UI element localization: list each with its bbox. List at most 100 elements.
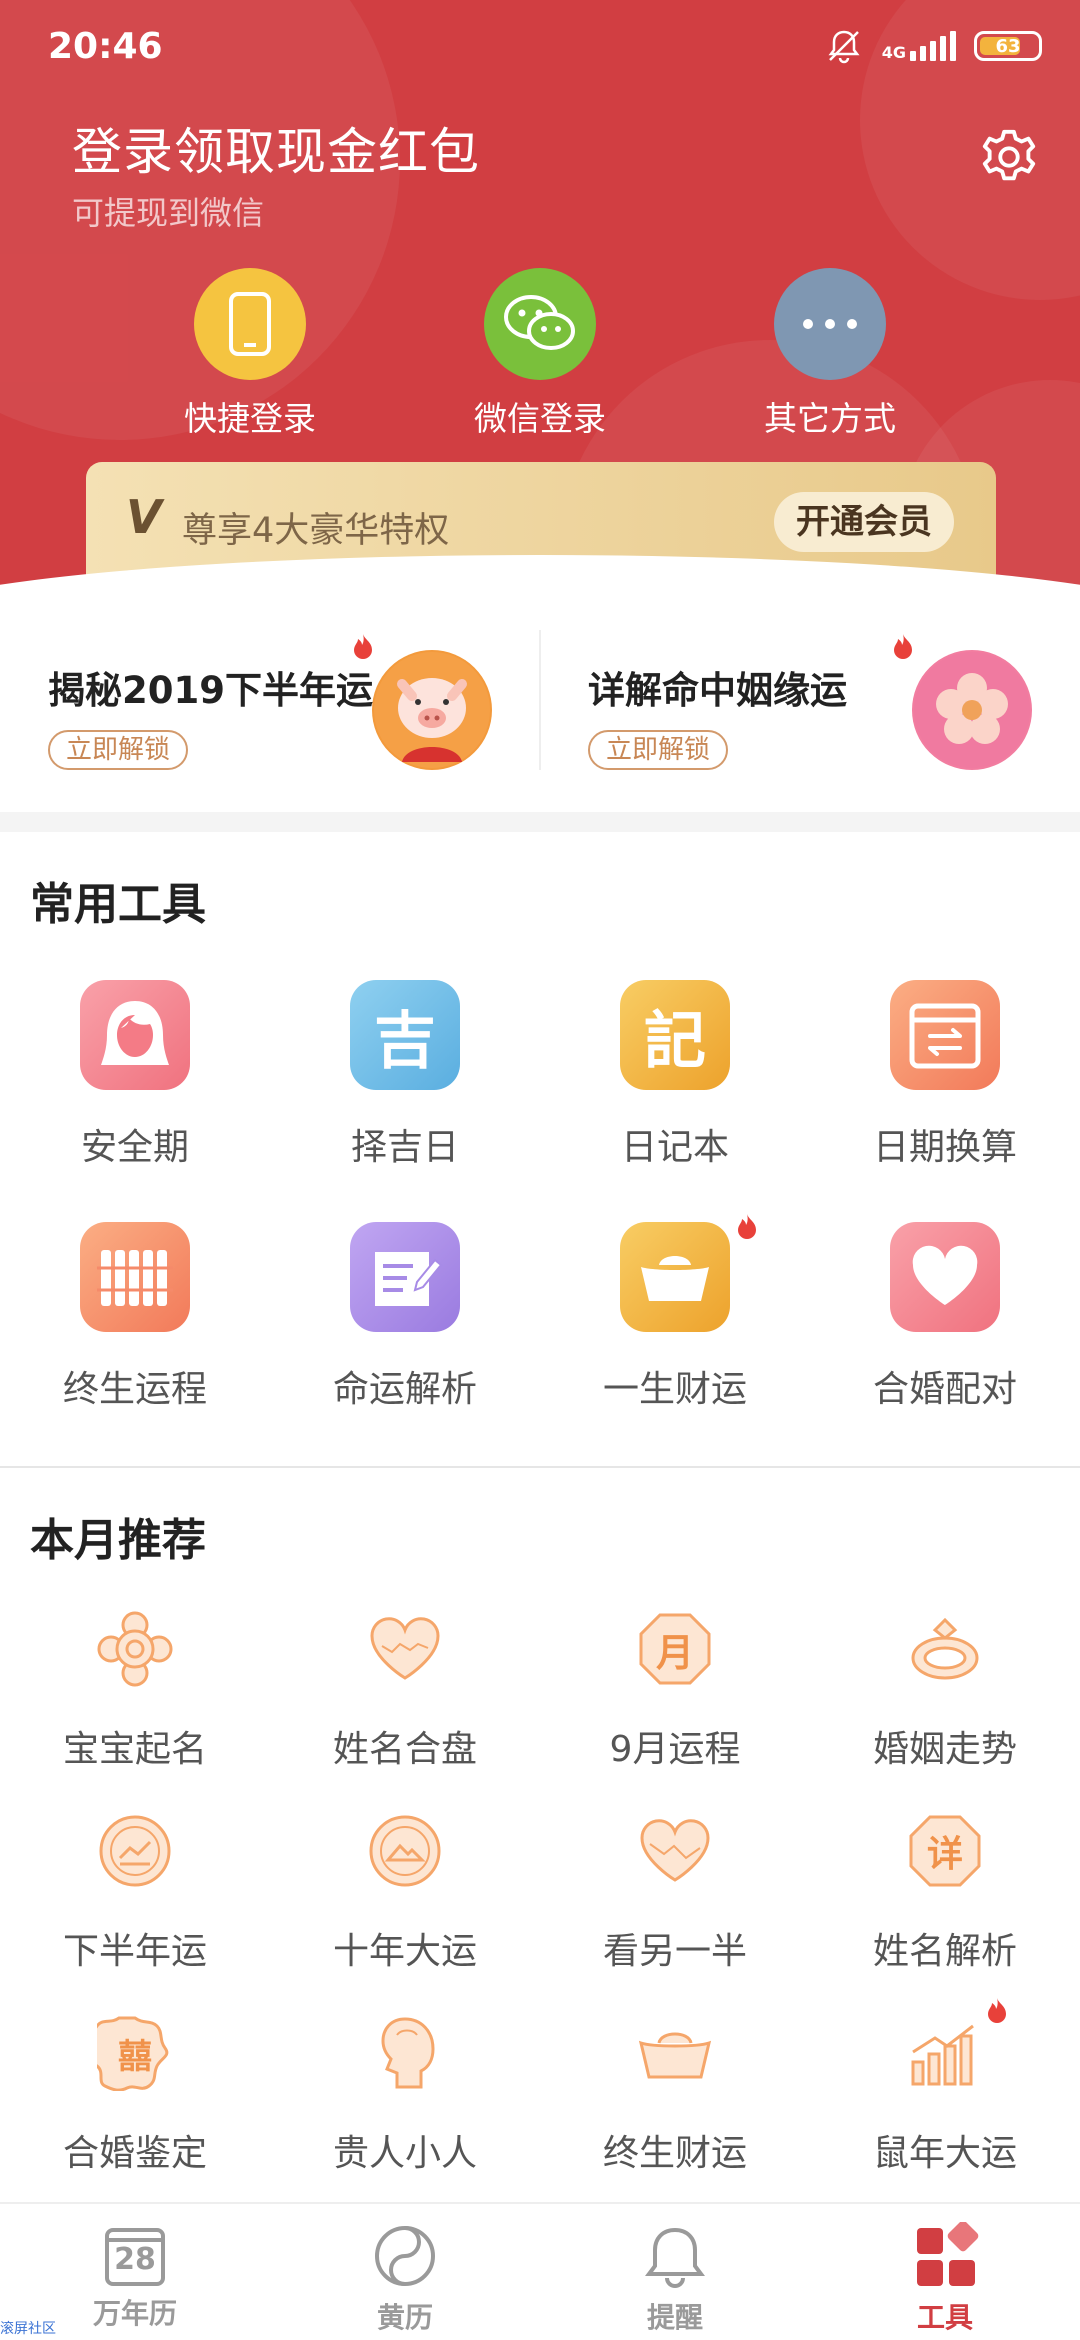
- battery-level: 63: [995, 35, 1021, 57]
- vip-logo: V: [126, 490, 162, 544]
- xiang-octagon-icon: 详: [900, 1806, 990, 1896]
- hot-flame-icon: [738, 1214, 756, 1239]
- rec-lifetime-wealth[interactable]: 终生财运: [540, 2008, 810, 2176]
- tab-almanac[interactable]: 黄历: [270, 2222, 540, 2336]
- other-login-button[interactable]: 其它方式: [720, 268, 940, 440]
- hot-flame-icon: [354, 634, 372, 659]
- common-tools-title: 常用工具: [30, 879, 206, 930]
- tab-calendar[interactable]: 28 万年历: [0, 2222, 270, 2332]
- rec-label: 姓名合盘: [332, 1729, 477, 1770]
- yin-yang-icon: [375, 2226, 435, 2286]
- vip-benefits-text: 尊享4大豪华特权: [182, 511, 450, 551]
- wechat-login-button[interactable]: 微信登录: [430, 268, 650, 440]
- calendar-convert-icon: [890, 980, 1000, 1090]
- header: 20:46 4G 63 登录领取现金红包 可提现到微信 快捷登录 微信登录 其它…: [0, 0, 1080, 600]
- section-divider: [0, 1466, 1080, 1468]
- tool-label: 命运解析: [332, 1369, 477, 1410]
- tool-wealth-lifetime[interactable]: 一生财运: [540, 1214, 810, 1412]
- login-promo-subtitle: 可提现到微信: [72, 194, 265, 232]
- rec-ten-year[interactable]: 十年大运: [270, 1806, 540, 1974]
- rec-label: 合婚鉴定: [62, 2133, 207, 2174]
- promo-title: 揭秘2019下半年运: [48, 669, 373, 712]
- ring-icon: [900, 1604, 990, 1694]
- bamboo-icon: [80, 1222, 190, 1332]
- rec-marriage-trend[interactable]: 婚姻走势: [810, 1604, 1080, 1772]
- rec-label: 姓名解析: [872, 1931, 1017, 1972]
- login-promo-title[interactable]: 登录领取现金红包: [72, 112, 480, 184]
- tool-label: 安全期: [80, 1127, 189, 1168]
- bell-icon: [645, 2227, 705, 2288]
- wechat-login-label: 微信登录: [474, 399, 606, 438]
- ji-diary-icon: 記: [620, 980, 730, 1090]
- rec-half-year[interactable]: 下半年运: [0, 1806, 270, 1974]
- section-gap: [0, 812, 1080, 832]
- xi-glyph: 囍: [118, 2036, 152, 2077]
- tool-label: 合婚配对: [872, 1369, 1017, 1410]
- woman-icon: [80, 980, 190, 1090]
- rec-other-half[interactable]: 看另一半: [540, 1806, 810, 1974]
- ji-character-icon: 吉: [350, 980, 460, 1090]
- bar-chart-icon: [900, 2008, 990, 2098]
- rec-monthly-fortune[interactable]: 月 9月运程: [540, 1604, 810, 1772]
- tool-destiny-analysis[interactable]: 命运解析: [270, 1222, 540, 1412]
- phone-icon: [194, 268, 306, 380]
- trend-circle-icon: [90, 1806, 180, 1896]
- tool-diary[interactable]: 記 日记本: [540, 980, 810, 1170]
- unlock-button[interactable]: 立即解锁: [48, 730, 189, 770]
- login-options: 快捷登录 微信登录 其它方式: [0, 268, 1080, 438]
- xiang-glyph: 详: [926, 1833, 963, 1875]
- rec-name-match[interactable]: 姓名合盘: [270, 1604, 540, 1772]
- tool-safe-period[interactable]: 安全期: [0, 980, 270, 1170]
- signal-bars-icon: [910, 31, 956, 61]
- rec-rat-year[interactable]: 鼠年大运: [810, 1998, 1080, 2176]
- signal-indicator: 4G: [882, 31, 956, 61]
- tool-date-convert[interactable]: 日期换算: [810, 980, 1080, 1170]
- quick-login-button[interactable]: 快捷登录: [140, 268, 360, 440]
- pig-icon: [372, 650, 492, 770]
- rec-marriage-appraisal[interactable]: 囍 合婚鉴定: [0, 2008, 270, 2176]
- gear-icon[interactable]: [978, 126, 1040, 188]
- book-icon: [350, 1222, 460, 1332]
- rec-label: 十年大运: [332, 1931, 477, 1972]
- network-type: 4G: [881, 43, 906, 62]
- promo-card-marriage[interactable]: 详解命中姻缘运 立即解锁: [540, 630, 1080, 790]
- hot-flame-icon: [988, 1998, 1006, 2023]
- monthly-title: 本月推荐: [30, 1515, 206, 1566]
- tool-label: 一生财运: [602, 1369, 747, 1410]
- tool-label: 择吉日: [350, 1127, 459, 1168]
- person-profile-icon: [360, 2008, 450, 2098]
- gold-ingot-icon: [620, 1222, 730, 1332]
- flower-icon: [912, 650, 1032, 770]
- tool-lifetime-fortune[interactable]: 终生运程: [0, 1222, 270, 1412]
- more-icon: [774, 268, 886, 380]
- unlock-button[interactable]: 立即解锁: [588, 730, 729, 770]
- heart-line-icon: [630, 1806, 720, 1896]
- rec-label: 婚姻走势: [872, 1729, 1017, 1770]
- rec-label: 9月运程: [609, 1729, 741, 1770]
- tab-reminder[interactable]: 提醒: [540, 2222, 810, 2336]
- quick-login-label: 快捷登录: [184, 399, 316, 438]
- rec-label: 鼠年大运: [872, 2133, 1017, 2174]
- calendar-day: 28: [114, 2242, 156, 2277]
- promo-title: 详解命中姻缘运: [588, 669, 847, 712]
- status-time: 20:46: [48, 26, 163, 67]
- tab-label: 黄历: [376, 2301, 433, 2334]
- tool-marriage-match[interactable]: 合婚配对: [810, 1222, 1080, 1412]
- flower-badge-icon: [90, 1604, 180, 1694]
- rec-name-analysis[interactable]: 详 姓名解析: [810, 1806, 1080, 1974]
- mute-bell-icon: [828, 30, 860, 64]
- status-icons: 4G 63: [824, 26, 1042, 66]
- bottom-tab-bar: 28 万年历 黄历 提醒 工具: [0, 2202, 1080, 2340]
- wechat-icon: [484, 268, 596, 380]
- tool-auspicious-day[interactable]: 吉 择吉日: [270, 980, 540, 1170]
- open-membership-button[interactable]: 开通会员: [774, 492, 954, 552]
- rec-benefactor[interactable]: 贵人小人: [270, 2008, 540, 2176]
- tab-tools[interactable]: 工具: [810, 2220, 1080, 2336]
- tab-label: 提醒: [646, 2301, 703, 2334]
- rec-baby-name[interactable]: 宝宝起名: [0, 1604, 270, 1772]
- ingot-outline-icon: [630, 2008, 720, 2098]
- month-glyph: 月: [655, 1629, 694, 1675]
- month-octagon-icon: 月: [630, 1604, 720, 1694]
- other-login-label: 其它方式: [764, 399, 896, 438]
- promo-card-fortune[interactable]: 揭秘2019下半年运 立即解锁: [0, 630, 540, 790]
